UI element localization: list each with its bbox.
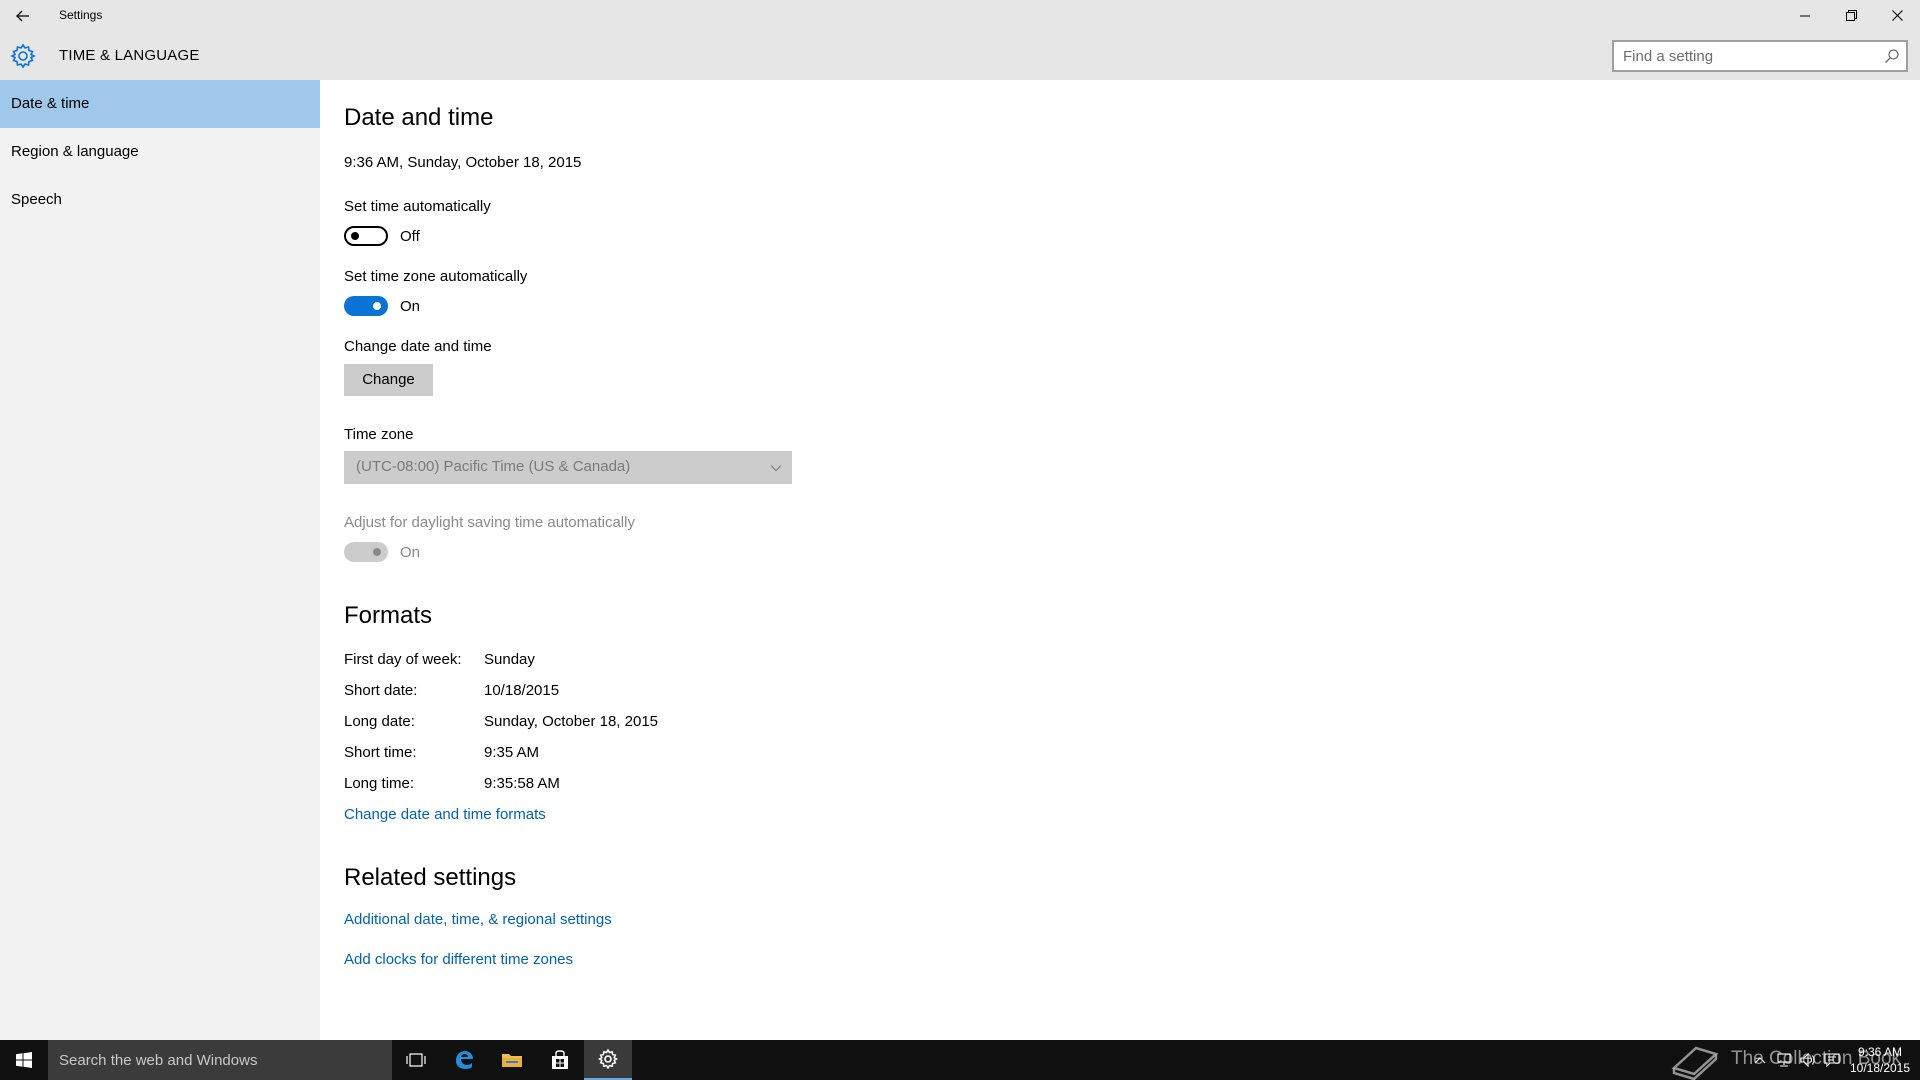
toggle-knob — [373, 302, 381, 310]
gear-icon — [10, 43, 36, 69]
taskbar: Search the web and Windows The Collectio… — [0, 1040, 1920, 1080]
settings-taskbar-button[interactable] — [584, 1040, 632, 1080]
format-value: 10/18/2015 — [484, 682, 560, 699]
gear-icon — [598, 1049, 618, 1069]
format-value: Sunday — [484, 651, 535, 668]
minimize-icon — [1800, 15, 1810, 16]
notification-icon — [1824, 1053, 1840, 1067]
format-value: 9:35:58 AM — [484, 775, 560, 792]
set-timezone-auto-state: On — [400, 298, 421, 315]
time-zone-select[interactable]: (UTC-08:00) Pacific Time (US & Canada) — [344, 451, 792, 484]
restore-icon — [1845, 10, 1857, 21]
set-time-auto-state: Off — [400, 228, 420, 245]
sidebar-item-date-time[interactable]: Date & time — [0, 80, 320, 128]
current-datetime: 9:36 AM, Sunday, October 18, 2015 — [344, 154, 582, 171]
sidebar: Date & time Region & language Speech — [0, 80, 320, 1040]
daylight-state: On — [400, 544, 421, 561]
clock-date: 10/18/2015 — [1849, 1061, 1911, 1075]
set-timezone-auto-toggle[interactable] — [344, 296, 388, 316]
toggle-knob — [373, 548, 381, 556]
window-title: Settings — [59, 8, 103, 22]
format-value: Sunday, October 18, 2015 — [484, 713, 659, 730]
tray-overflow-button[interactable] — [1750, 1050, 1770, 1070]
format-label: Short date: — [344, 682, 418, 699]
restore-button[interactable] — [1828, 0, 1874, 31]
main-content: Date and time 9:36 AM, Sunday, October 1… — [320, 80, 1920, 1040]
start-button[interactable] — [0, 1040, 48, 1080]
network-button[interactable] — [1774, 1050, 1794, 1070]
daylight-label: Adjust for daylight saving time automati… — [344, 514, 635, 531]
format-label: First day of week: — [344, 651, 462, 668]
network-icon — [1777, 1053, 1791, 1067]
folder-icon — [502, 1054, 522, 1067]
format-label: Long time: — [344, 775, 415, 792]
volume-icon — [1800, 1053, 1815, 1067]
store-button[interactable] — [536, 1040, 584, 1080]
close-button[interactable] — [1874, 0, 1920, 31]
settings-header: TIME & LANGUAGE Find a setting — [0, 31, 1920, 80]
format-value: 9:35 AM — [484, 744, 540, 761]
add-clocks-link[interactable]: Add clocks for different time zones — [344, 951, 573, 968]
change-formats-link[interactable]: Change date and time formats — [344, 806, 546, 823]
toggle-knob — [351, 232, 359, 240]
set-timezone-auto-label: Set time zone automatically — [344, 268, 528, 285]
close-icon — [1891, 10, 1903, 21]
taskbar-search-box[interactable]: Search the web and Windows — [48, 1040, 392, 1080]
action-center-button[interactable] — [1822, 1050, 1842, 1070]
additional-regional-settings-link[interactable]: Additional date, time, & regional settin… — [344, 911, 612, 928]
file-explorer-button[interactable] — [488, 1040, 536, 1080]
change-button[interactable]: Change — [344, 364, 433, 396]
back-button[interactable] — [8, 4, 38, 28]
minimize-button[interactable] — [1782, 0, 1828, 31]
search-icon[interactable] — [1884, 48, 1900, 64]
set-time-auto-toggle[interactable] — [344, 226, 388, 246]
formats-heading: Formats — [344, 602, 433, 629]
sidebar-item-speech[interactable]: Speech — [0, 176, 320, 224]
format-label: Short time: — [344, 744, 417, 761]
clock-time: 9:36 AM — [1857, 1045, 1903, 1059]
task-view-icon — [406, 1053, 426, 1067]
format-label: Long date: — [344, 713, 415, 730]
related-settings-heading: Related settings — [344, 864, 517, 891]
edge-browser-button[interactable] — [440, 1040, 488, 1080]
title-bar: Settings — [0, 0, 1920, 31]
store-icon — [552, 1050, 568, 1069]
date-time-heading: Date and time — [344, 104, 494, 131]
chevron-up-icon — [1754, 1057, 1766, 1064]
chevron-down-icon — [770, 465, 782, 472]
daylight-toggle — [344, 542, 388, 562]
search-placeholder: Find a setting — [1623, 48, 1714, 65]
watermark-book-logo — [1671, 1046, 1719, 1080]
windows-logo-icon — [16, 1052, 32, 1068]
volume-button[interactable] — [1798, 1050, 1818, 1070]
time-zone-label: Time zone — [344, 426, 414, 443]
taskbar-clock[interactable]: 9:36 AM 10/18/2015 — [1848, 1044, 1912, 1076]
set-time-auto-label: Set time automatically — [344, 198, 491, 215]
back-arrow-icon — [16, 10, 29, 22]
find-setting-input[interactable]: Find a setting — [1612, 40, 1908, 72]
page-section-title: TIME & LANGUAGE — [59, 47, 200, 64]
taskbar-search-placeholder: Search the web and Windows — [59, 1052, 258, 1069]
change-datetime-label: Change date and time — [344, 338, 492, 355]
task-view-button[interactable] — [392, 1040, 440, 1080]
edge-icon — [456, 1051, 473, 1069]
sidebar-item-region-language[interactable]: Region & language — [0, 128, 320, 176]
time-zone-value: (UTC-08:00) Pacific Time (US & Canada) — [356, 458, 631, 475]
